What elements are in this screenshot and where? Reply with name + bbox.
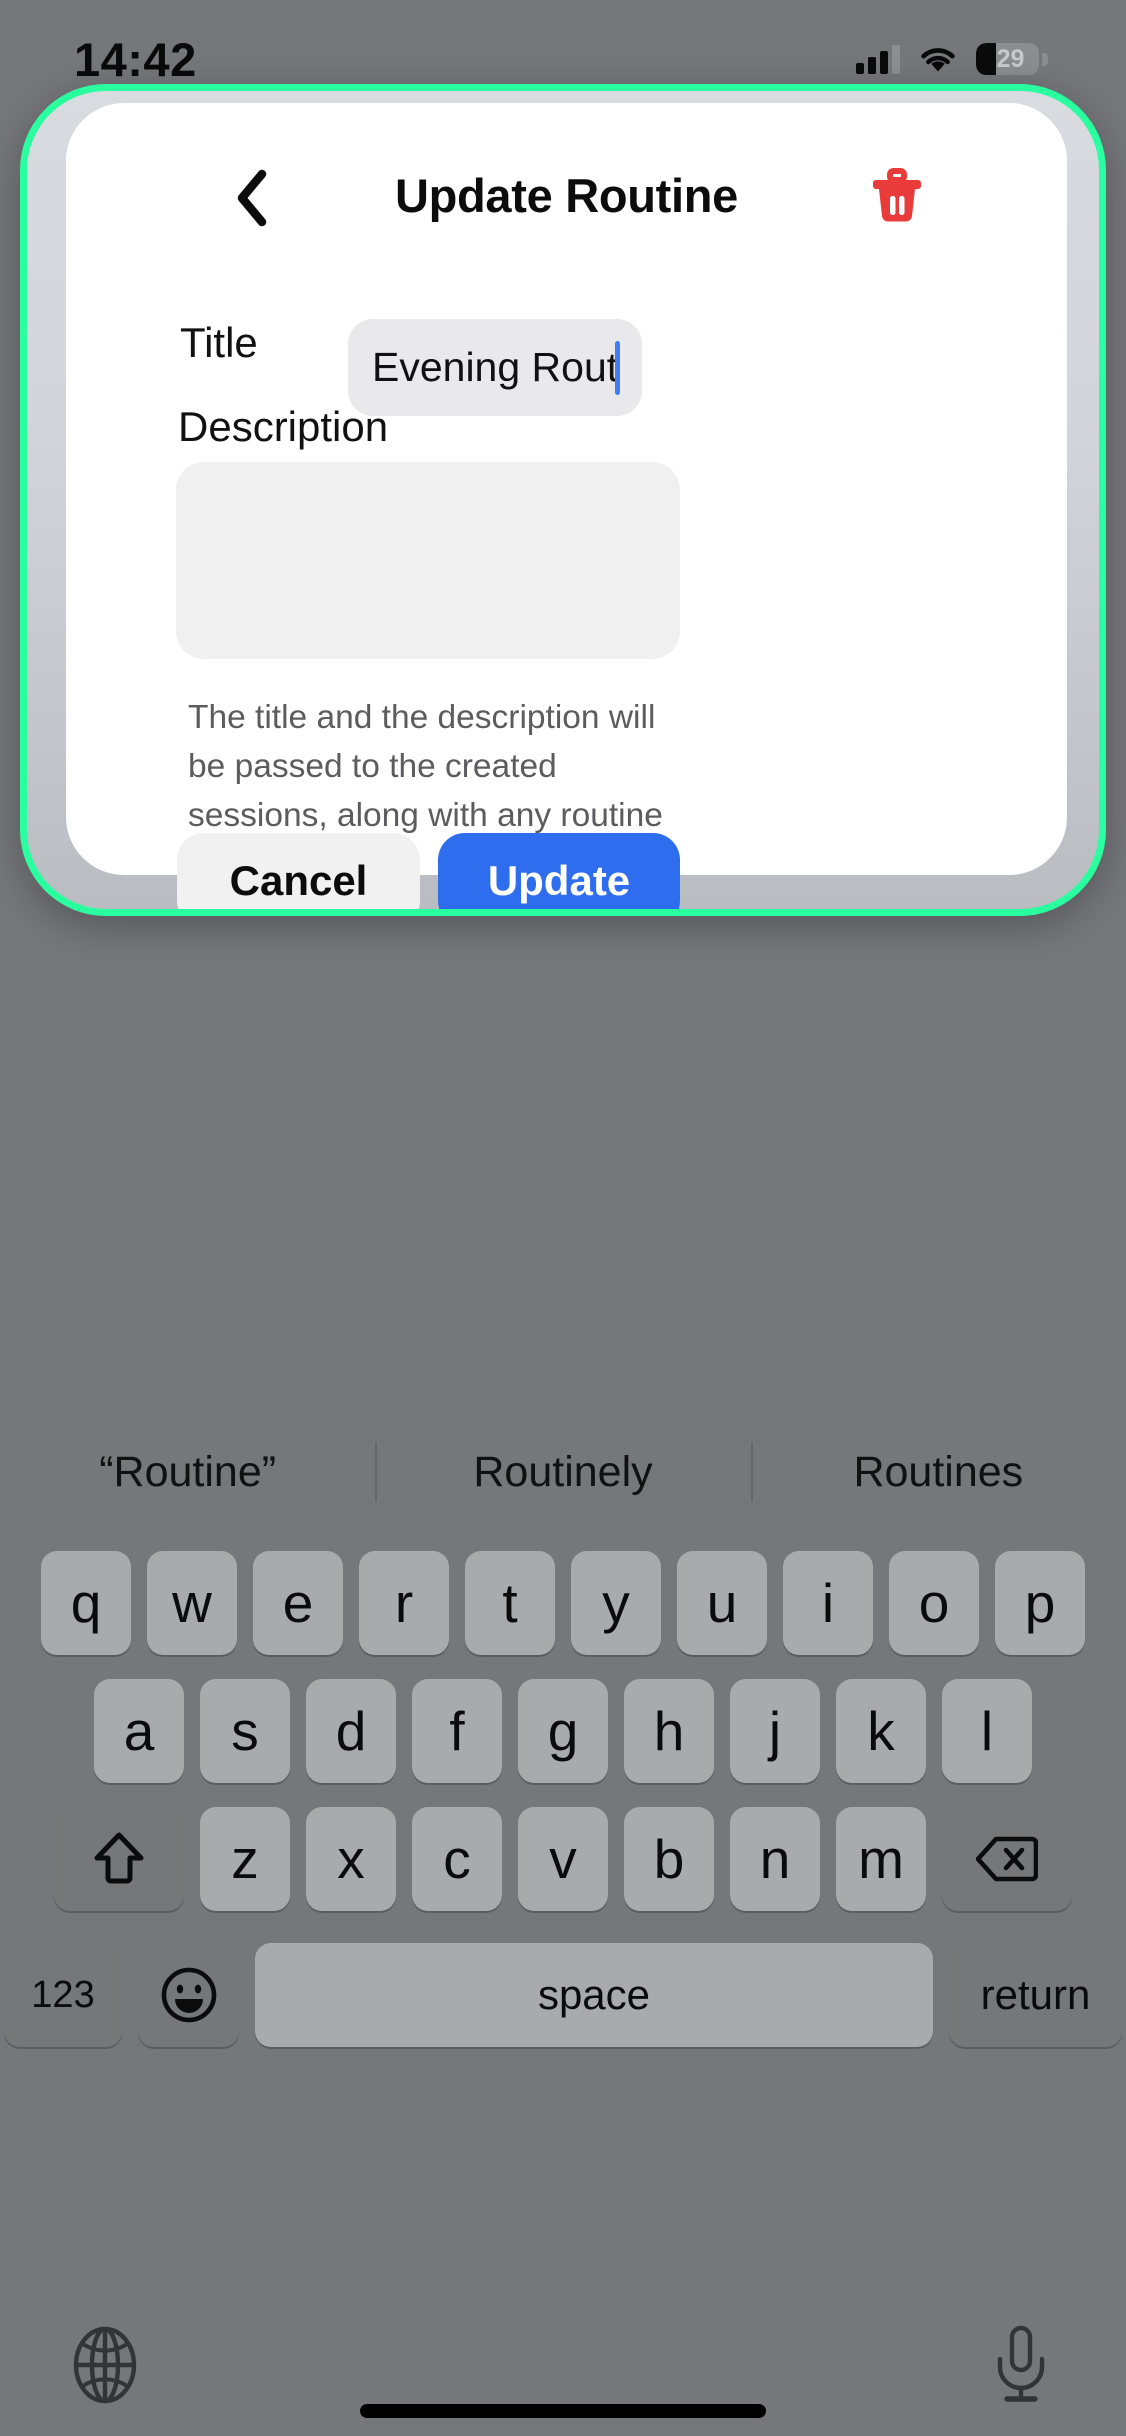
- key-d[interactable]: d: [306, 1679, 396, 1783]
- dictation-key[interactable]: [976, 2320, 1066, 2410]
- key-x[interactable]: x: [306, 1807, 396, 1911]
- key-j[interactable]: j: [730, 1679, 820, 1783]
- key-m[interactable]: m: [836, 1807, 926, 1911]
- key-b[interactable]: b: [624, 1807, 714, 1911]
- description-field-label: Description: [178, 403, 389, 450]
- emoji-key[interactable]: [138, 1943, 239, 2047]
- backspace-key[interactable]: [942, 1807, 1072, 1911]
- text-cursor: [615, 341, 620, 395]
- cellular-signal-icon: [856, 44, 900, 74]
- prediction-1[interactable]: Routinely: [375, 1448, 750, 1497]
- key-v[interactable]: v: [518, 1807, 608, 1911]
- key-k[interactable]: k: [836, 1679, 926, 1783]
- key-g[interactable]: g: [518, 1679, 608, 1783]
- key-i[interactable]: i: [783, 1551, 873, 1655]
- key-t[interactable]: t: [465, 1551, 555, 1655]
- key-y[interactable]: y: [571, 1551, 661, 1655]
- shift-key[interactable]: [54, 1807, 184, 1911]
- trash-icon: [873, 168, 921, 222]
- update-button[interactable]: Update: [438, 833, 680, 909]
- globe-key[interactable]: [60, 2320, 150, 2410]
- emoji-smiley-icon: [161, 1967, 216, 2023]
- key-h[interactable]: h: [624, 1679, 714, 1783]
- key-n[interactable]: n: [730, 1807, 820, 1911]
- title-input[interactable]: [372, 344, 618, 391]
- key-p[interactable]: p: [995, 1551, 1085, 1655]
- numbers-key[interactable]: 123: [4, 1943, 122, 2047]
- dialog-header: Update Routine: [66, 151, 1067, 247]
- key-c[interactable]: c: [412, 1807, 502, 1911]
- key-e[interactable]: e: [253, 1551, 343, 1655]
- key-f[interactable]: f: [412, 1679, 502, 1783]
- predictive-text-bar: “Routine” Routinely Routines: [0, 1419, 1126, 1525]
- key-r[interactable]: r: [359, 1551, 449, 1655]
- prediction-2[interactable]: Routines: [751, 1448, 1126, 1497]
- update-routine-dialog: Update Routine Title Description The tit…: [66, 103, 1067, 909]
- key-l[interactable]: l: [942, 1679, 1032, 1783]
- return-key[interactable]: return: [949, 1943, 1122, 2047]
- cancel-button[interactable]: Cancel: [177, 833, 420, 909]
- status-bar-clock: 14:42: [74, 32, 197, 86]
- title-input-container[interactable]: [348, 319, 642, 416]
- keyboard-row-1: q w e r t y u i o p: [0, 1551, 1126, 1655]
- key-q[interactable]: q: [41, 1551, 131, 1655]
- keyboard-row-4: 123 space return: [0, 1943, 1126, 2047]
- key-u[interactable]: u: [677, 1551, 767, 1655]
- key-s[interactable]: s: [200, 1679, 290, 1783]
- microphone-icon: [997, 2325, 1045, 2402]
- backspace-icon: [976, 1836, 1038, 1882]
- wifi-icon: [921, 48, 955, 72]
- key-w[interactable]: w: [147, 1551, 237, 1655]
- shift-arrow-icon: [94, 1832, 144, 1884]
- modal-outer-frame: Update Routine Title Description The tit…: [20, 84, 1106, 916]
- onscreen-keyboard: q w e r t y u i o p a s d f g h j k l z …: [0, 1525, 1126, 2436]
- keyboard-row-2: a s d f g h j k l: [0, 1679, 1126, 1783]
- key-o[interactable]: o: [889, 1551, 979, 1655]
- keyboard-bottom-bar: [0, 2320, 1126, 2436]
- space-key[interactable]: space: [255, 1943, 933, 2047]
- key-z[interactable]: z: [200, 1807, 290, 1911]
- battery-cap: [1042, 52, 1048, 66]
- key-a[interactable]: a: [94, 1679, 184, 1783]
- dialog-actions: Cancel Update: [177, 833, 680, 909]
- battery-percent-label: 29: [996, 44, 1025, 73]
- battery-icon: 29: [976, 43, 1039, 75]
- prediction-0[interactable]: “Routine”: [0, 1448, 375, 1497]
- description-input[interactable]: [176, 462, 680, 659]
- title-field-row: Title: [66, 319, 1067, 416]
- home-indicator: [360, 2404, 766, 2418]
- delete-routine-button[interactable]: [865, 165, 929, 229]
- globe-icon: [73, 2326, 137, 2404]
- status-bar-indicators: 29: [856, 43, 1048, 75]
- keyboard-row-3: z x c v b n m: [0, 1807, 1126, 1911]
